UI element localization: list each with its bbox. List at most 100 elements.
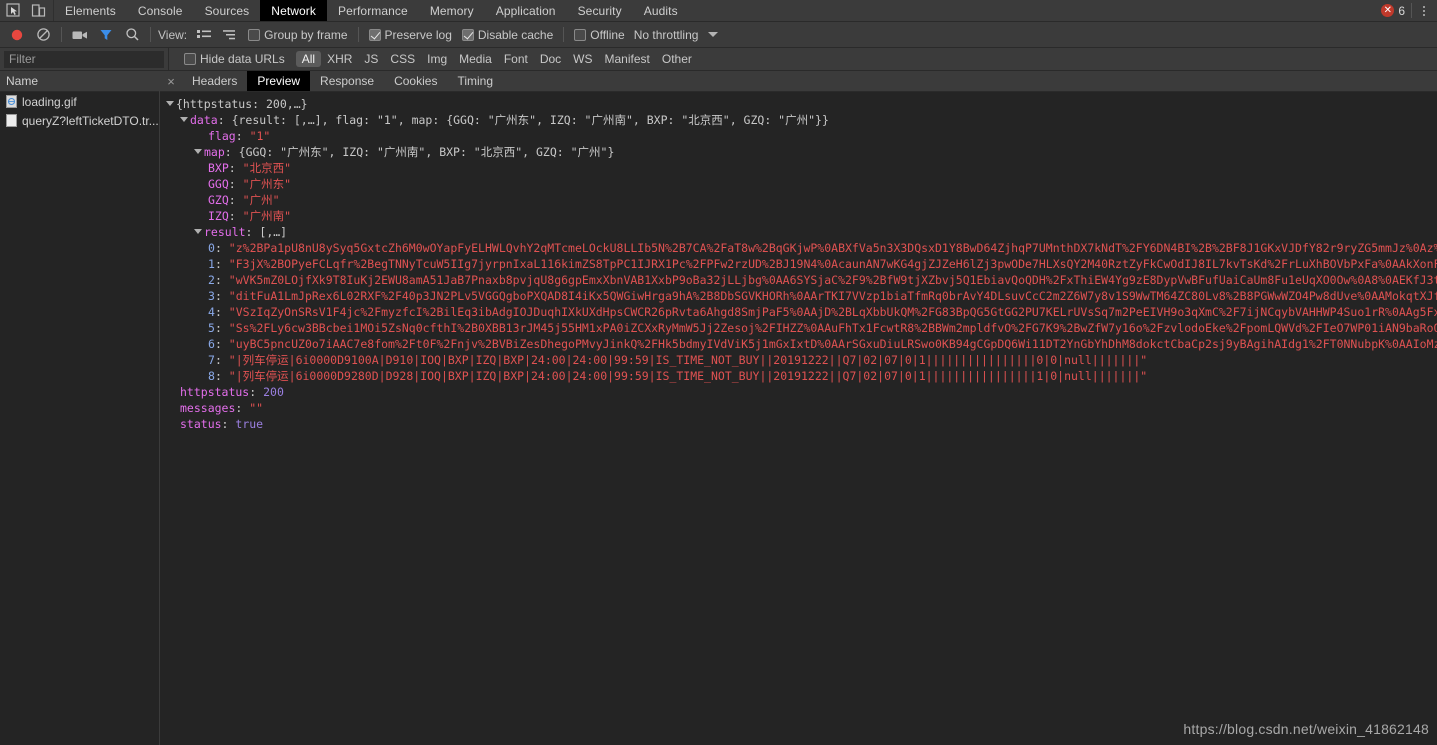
value-gzq: "广州": [242, 193, 280, 207]
type-filter-all[interactable]: All: [295, 51, 322, 67]
value-flag: "1": [249, 129, 271, 143]
colon: :: [249, 385, 264, 399]
json-array-item: 8: "|列车停运|6i0000D9280D|D928|IOQ|BXP|IZQ|…: [166, 368, 1437, 384]
expand-triangle-icon[interactable]: [166, 101, 174, 106]
preserve-log-label: Preserve log: [384, 27, 452, 42]
large-rows-button[interactable]: [191, 24, 217, 46]
error-count-badge[interactable]: ✕ 6: [1381, 3, 1412, 18]
type-filter-doc[interactable]: Doc: [534, 51, 567, 67]
inspect-element-icon[interactable]: [4, 3, 22, 19]
network-toolbar: View: Group by frame Preserve log Disabl…: [0, 22, 1437, 48]
array-value: "ditFuA1LmJpRex6L02RXF%2F40p3JN2PLv5VGGQ…: [228, 289, 1437, 303]
filter-divider: [168, 48, 169, 70]
type-filter-media[interactable]: Media: [453, 51, 498, 67]
hide-data-urls-checkbox[interactable]: Hide data URLs: [179, 52, 290, 66]
colon: :: [245, 225, 260, 239]
key-ggq: GGQ: [208, 177, 229, 191]
throttling-select[interactable]: No throttling: [630, 28, 719, 42]
tab-label: Timing: [457, 74, 494, 88]
json-preview-tree: {httpstatus: 200,…} data: {result: [,…],…: [160, 92, 1437, 745]
array-index: 7: [208, 353, 215, 367]
colon: :: [235, 129, 250, 143]
colon: :: [224, 145, 239, 159]
type-filter-other[interactable]: Other: [656, 51, 698, 67]
tab-label: Audits: [643, 3, 678, 18]
tab-response[interactable]: Response: [310, 71, 384, 91]
type-filter-manifest[interactable]: Manifest: [599, 51, 656, 67]
json-node-data[interactable]: data: {result: [,…], flag: "1", map: {GG…: [166, 112, 1437, 128]
tab-cookies[interactable]: Cookies: [384, 71, 447, 91]
array-value: "|列车停运|6i0000D9280D|D928|IOQ|BXP|IZQ|BXP…: [228, 369, 1148, 383]
group-by-frame-checkbox[interactable]: Group by frame: [243, 28, 352, 42]
json-node-result[interactable]: result: [,…]: [166, 224, 1437, 240]
array-index: 0: [208, 241, 215, 255]
tab-console[interactable]: Console: [127, 0, 194, 21]
request-row-loading-gif[interactable]: loading.gif: [0, 92, 159, 111]
panel-tabs: Elements Console Sources Network Perform…: [54, 0, 689, 21]
colon: :: [228, 209, 243, 223]
tab-elements[interactable]: Elements: [54, 0, 127, 21]
tab-headers[interactable]: Headers: [182, 71, 247, 91]
tab-timing[interactable]: Timing: [447, 71, 503, 91]
funnel-button[interactable]: [93, 24, 119, 46]
colon: :: [214, 257, 229, 271]
type-filter-font[interactable]: Font: [498, 51, 534, 67]
type-filter-ws[interactable]: WS: [567, 51, 598, 67]
tab-preview[interactable]: Preview: [247, 71, 311, 91]
json-entry-izq: IZQ: "广州南": [166, 208, 1437, 224]
array-value: "uyBC5pncUZ0o7iAAC7e8fom%2Ft0F%2Fnjv%2BV…: [228, 337, 1437, 351]
key-flag: flag: [208, 129, 236, 143]
filter-input[interactable]: [4, 50, 164, 68]
checkbox-icon: [368, 28, 381, 41]
json-array-item: 6: "uyBC5pncUZ0o7iAAC7e8fom%2Ft0F%2Fnjv%…: [166, 336, 1437, 352]
expand-triangle-icon[interactable]: [180, 117, 188, 122]
json-node-root[interactable]: {httpstatus: 200,…}: [166, 96, 1437, 112]
key-data: data: [190, 113, 218, 127]
close-glyph: ×: [167, 73, 175, 89]
toolbar-divider: [563, 27, 565, 42]
device-toolbar-icon[interactable]: [29, 3, 47, 19]
array-index: 8: [208, 369, 215, 383]
devtools-tabbar: Elements Console Sources Network Perform…: [0, 0, 1437, 22]
more-options-icon[interactable]: [1416, 2, 1432, 20]
json-array-item: 3: "ditFuA1LmJpRex6L02RXF%2F40p3JN2PLv5V…: [166, 288, 1437, 304]
tab-memory[interactable]: Memory: [419, 0, 485, 21]
camera-button[interactable]: [67, 24, 93, 46]
expand-triangle-icon[interactable]: [194, 229, 202, 234]
map-summary: {GGQ: "广州东", IZQ: "广州南", BXP: "北京西", GZQ…: [238, 145, 615, 159]
key-messages: messages: [180, 401, 236, 415]
colon: :: [214, 289, 229, 303]
tab-label: Performance: [338, 3, 408, 18]
type-filter-js[interactable]: JS: [358, 51, 384, 67]
tab-security[interactable]: Security: [567, 0, 633, 21]
tab-application[interactable]: Application: [485, 0, 567, 21]
expand-triangle-icon[interactable]: [194, 149, 202, 154]
preserve-log-checkbox[interactable]: Preserve log: [364, 28, 457, 42]
checkbox-icon: [574, 28, 587, 41]
tab-performance[interactable]: Performance: [327, 0, 419, 21]
tab-label: Memory: [429, 3, 474, 18]
close-icon[interactable]: ×: [160, 71, 182, 91]
key-gzq: GZQ: [208, 193, 229, 207]
type-filter-css[interactable]: CSS: [384, 51, 421, 67]
tabbar-right-group: ✕ 6: [1381, 0, 1437, 21]
json-node-map[interactable]: map: {GGQ: "广州东", IZQ: "广州南", BXP: "北京西"…: [166, 144, 1437, 160]
waterfall-button[interactable]: [217, 24, 243, 46]
record-button[interactable]: [4, 24, 30, 46]
tab-network[interactable]: Network: [260, 0, 328, 21]
type-filter-xhr[interactable]: XHR: [321, 51, 358, 67]
tab-audits[interactable]: Audits: [633, 0, 689, 21]
json-entry-ggq: GGQ: "广州东": [166, 176, 1437, 192]
array-value: "F3jX%2BOPyeFCLqfr%2BegTNNyTcuW5IIg7jyrp…: [228, 257, 1437, 271]
search-button[interactable]: [119, 24, 145, 46]
tab-label: Headers: [192, 74, 238, 88]
type-filter-img[interactable]: Img: [421, 51, 453, 67]
colon: :: [214, 273, 229, 287]
offline-checkbox[interactable]: Offline: [569, 28, 629, 42]
requests-column-header[interactable]: Name: [0, 71, 159, 92]
clear-button[interactable]: [30, 24, 56, 46]
request-row-queryz[interactable]: queryZ?leftTicketDTO.tr...: [0, 111, 159, 130]
tab-sources[interactable]: Sources: [194, 0, 261, 21]
disable-cache-checkbox[interactable]: Disable cache: [457, 28, 558, 42]
image-file-icon: [6, 95, 17, 108]
